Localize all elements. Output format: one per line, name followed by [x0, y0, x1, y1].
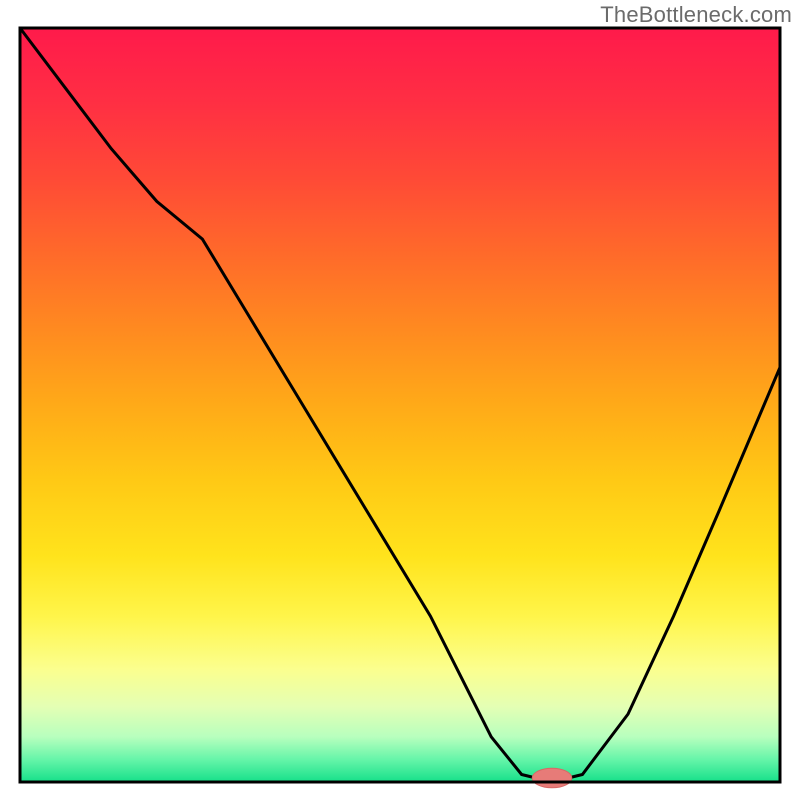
optimal-point-marker	[532, 768, 572, 788]
watermark-text: TheBottleneck.com	[600, 2, 792, 28]
bottleneck-chart	[0, 0, 800, 800]
plot-background	[20, 28, 780, 782]
chart-container: TheBottleneck.com	[0, 0, 800, 800]
